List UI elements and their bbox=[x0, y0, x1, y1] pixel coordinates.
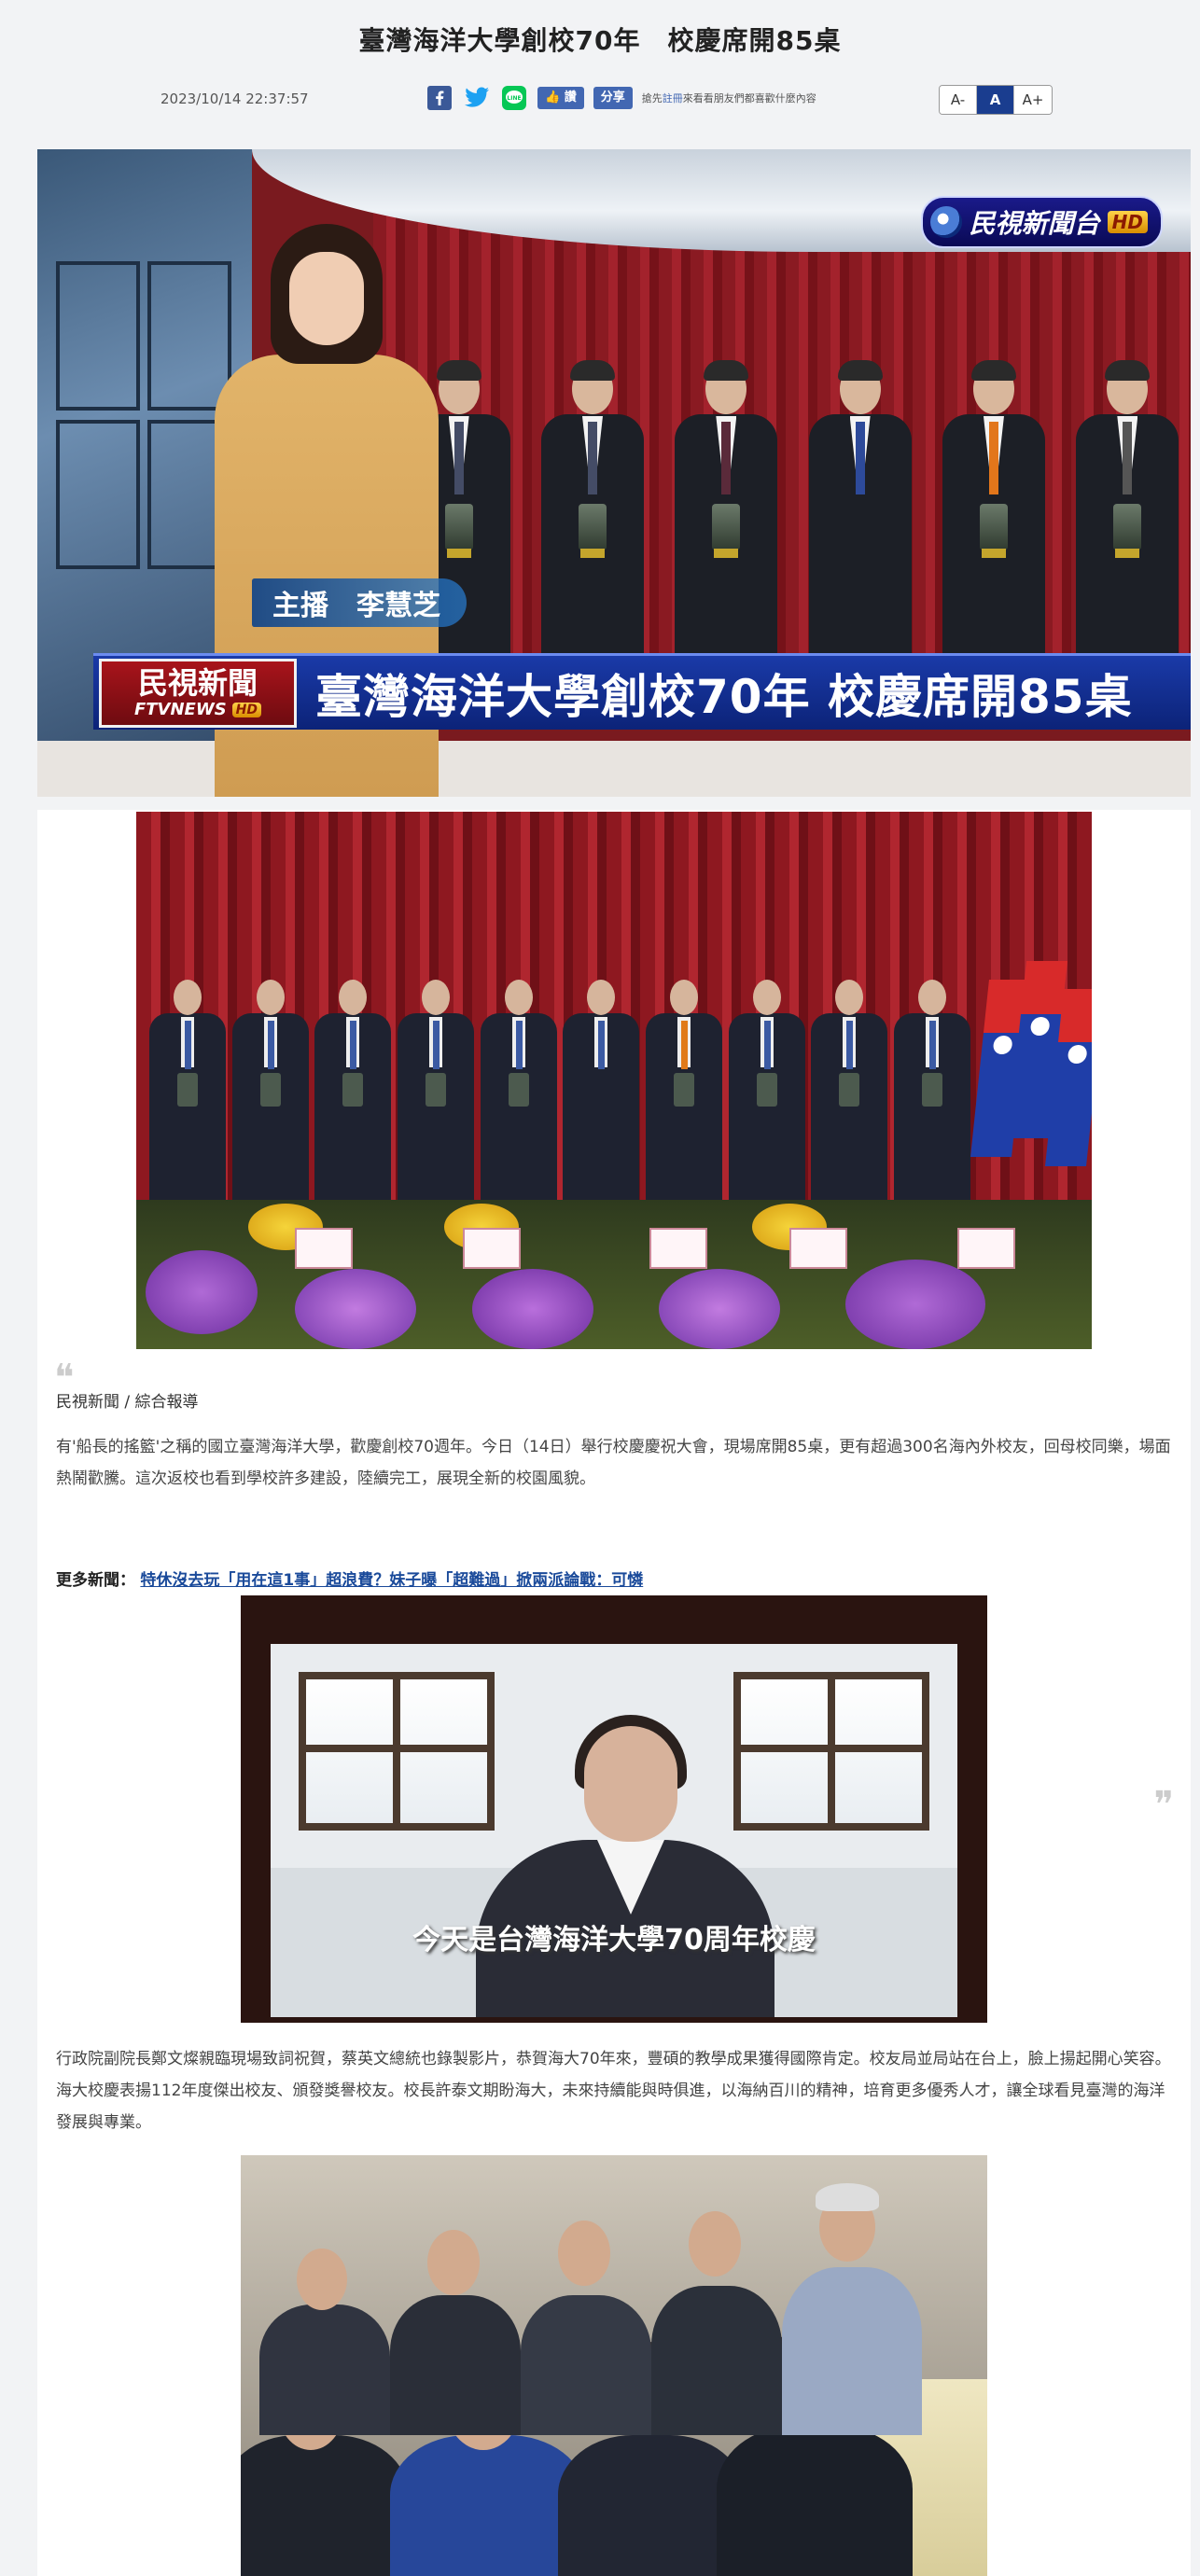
twitter-icon[interactable] bbox=[463, 84, 491, 112]
article-paragraph-2: 行政院副院長鄭文燦親臨現場致詞祝賀，蔡英文總統也錄製影片，恭賀海大70年來，豐碩… bbox=[56, 2050, 1171, 2132]
more-news: 更多新聞： 特休沒去玩「用在這1事」超浪費？妹子曝「超難過」掀兩派論戰：可憐 bbox=[56, 1566, 643, 1590]
channel-logo: 民視新聞台 HD bbox=[920, 196, 1163, 248]
publish-datetime: 2023/10/14 22:37:57 bbox=[160, 91, 309, 107]
hd-badge: HD bbox=[1107, 211, 1148, 233]
video-studio-floor bbox=[37, 741, 1191, 797]
fb-share-button[interactable]: 分享 bbox=[593, 87, 633, 109]
share-bar: LINE 👍 讚 分享 搶先註冊來看看朋友們都喜歡什麼內容 bbox=[426, 84, 816, 112]
font-size-default[interactable]: A bbox=[977, 86, 1014, 114]
globe-icon bbox=[929, 206, 962, 238]
quote-close-icon: ❞ bbox=[1153, 1784, 1174, 1827]
meta-row: 2023/10/14 22:37:57 LINE 👍 讚 分享 搶先註冊來看看朋… bbox=[0, 82, 1200, 115]
font-size-switcher: A- A A+ bbox=[939, 85, 1053, 115]
ftv-news-logo: 民視新聞 FTVNEWS HD bbox=[99, 658, 297, 728]
font-size-larger[interactable]: A+ bbox=[1014, 86, 1052, 114]
anchor-nameplate: 主播 李慧芝 bbox=[252, 578, 467, 627]
fb-signup-hint: 搶先註冊來看看朋友們都喜歡什麼內容 bbox=[641, 92, 816, 104]
ticker-headline: 臺灣海洋大學創校70年 校慶席開85桌 bbox=[315, 669, 1133, 724]
fb-signup-link[interactable]: 註冊 bbox=[663, 92, 683, 104]
svg-text:LINE: LINE bbox=[507, 95, 521, 102]
article-source: 民視新聞 / 綜合報導 bbox=[56, 1393, 199, 1412]
ceremony-photo bbox=[136, 812, 1092, 1349]
facebook-icon[interactable] bbox=[426, 84, 453, 112]
audience-photo bbox=[241, 2155, 987, 2576]
line-icon[interactable]: LINE bbox=[500, 84, 528, 112]
projector-photo: 今天是台灣海洋大學70周年校慶 bbox=[241, 1595, 987, 2023]
more-news-link[interactable]: 特休沒去玩「用在這1事」超浪費？妹子曝「超難過」掀兩派論戰：可憐 bbox=[140, 1571, 643, 1590]
fb-like-button[interactable]: 👍 讚 bbox=[537, 87, 584, 109]
article-title: 臺灣海洋大學創校70年 校慶席開85桌 bbox=[358, 25, 842, 56]
more-news-label: 更多新聞： bbox=[56, 1571, 135, 1590]
font-size-smaller[interactable]: A- bbox=[940, 86, 977, 114]
news-ticker: 民視新聞 FTVNEWS HD 臺灣海洋大學創校70年 校慶席開85桌 bbox=[93, 653, 1191, 730]
news-page: 臺灣海洋大學創校70年 校慶席開85桌 2023/10/14 22:37:57 … bbox=[0, 0, 1200, 2576]
projector-subtitle: 今天是台灣海洋大學70周年校慶 bbox=[412, 1924, 816, 1956]
video-player[interactable]: 民視新聞台 HD 主播 李慧芝 民視新聞 FTVNEWS HD 臺灣海洋大學創校7… bbox=[37, 149, 1191, 797]
article-body: ❝ 民視新聞 / 綜合報導 有'船長的搖籃'之稱的國立臺灣海洋大學，歡慶創校70… bbox=[37, 810, 1191, 2576]
article-paragraph-1: 有'船長的搖籃'之稱的國立臺灣海洋大學，歡慶創校70週年。今日（14日）舉行校慶… bbox=[56, 1438, 1171, 1488]
